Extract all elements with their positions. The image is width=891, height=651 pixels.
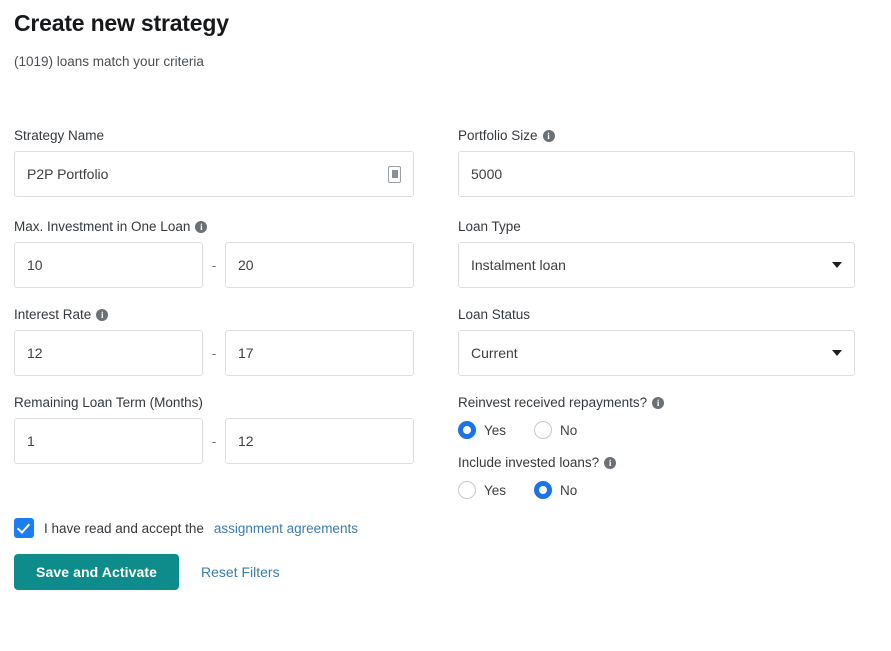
- interest-rate-min-input[interactable]: 12: [14, 330, 203, 376]
- interest-rate-label-text: Interest Rate: [14, 307, 92, 322]
- max-investment-min-input[interactable]: 10: [14, 242, 203, 288]
- max-investment-label-text: Max. Investment in One Loan: [14, 219, 191, 234]
- reinvest-yes-label: Yes: [484, 422, 507, 438]
- loan-type-label-text: Loan Type: [458, 219, 521, 234]
- accept-terms-text: I have read and accept the: [44, 520, 204, 536]
- max-investment-range: 10 - 20: [14, 242, 414, 288]
- info-icon[interactable]: i: [604, 457, 617, 469]
- create-strategy-page: Create new strategy (1019) loans match y…: [0, 0, 891, 651]
- portfolio-size-value: 5000: [471, 166, 503, 182]
- loan-status-label-text: Loan Status: [458, 307, 531, 322]
- save-and-activate-button[interactable]: Save and Activate: [14, 554, 180, 590]
- loan-type-value: Instalment loan: [471, 257, 566, 273]
- include-invested-no-label: No: [560, 482, 578, 498]
- range-separator: -: [211, 433, 217, 449]
- remaining-term-max-input[interactable]: 12: [225, 418, 414, 464]
- include-invested-radio-no[interactable]: No: [534, 481, 577, 499]
- loan-status-label: Loan Status: [458, 307, 855, 323]
- info-icon[interactable]: i: [542, 130, 555, 142]
- remaining-term-range: 1 - 12: [14, 418, 414, 464]
- loan-type-select[interactable]: Instalment loan: [458, 242, 855, 288]
- range-separator: -: [211, 257, 217, 273]
- strategy-name-value: P2P Portfolio: [27, 166, 109, 182]
- max-investment-min-value: 10: [27, 257, 43, 273]
- accept-terms-checkbox[interactable]: [14, 518, 34, 538]
- portfolio-size-input[interactable]: 5000: [458, 151, 855, 197]
- include-invested-label: Include invested loans? i: [458, 455, 855, 471]
- match-count-text: (1019) loans match your criteria: [14, 54, 204, 69]
- remaining-term-min-value: 1: [27, 433, 35, 449]
- right-column: Portfolio Size i 5000 Loan Type Instalme…: [458, 128, 855, 499]
- include-invested-radio-yes[interactable]: Yes: [458, 481, 506, 499]
- portfolio-size-label: Portfolio Size i: [458, 128, 855, 144]
- form-actions: Save and Activate Reset Filters: [14, 554, 280, 590]
- remaining-term-max-value: 12: [238, 433, 254, 449]
- interest-rate-min-value: 12: [27, 345, 43, 361]
- reinvest-radio-group: Yes No: [458, 421, 855, 439]
- include-invested-label-text: Include invested loans?: [458, 455, 600, 470]
- max-investment-max-value: 20: [238, 257, 254, 273]
- radio-selected-icon[interactable]: [534, 481, 553, 499]
- info-icon[interactable]: i: [195, 221, 208, 233]
- reset-filters-button[interactable]: Reset Filters: [201, 564, 280, 580]
- reinvest-radio-yes[interactable]: Yes: [458, 421, 506, 439]
- interest-rate-max-input[interactable]: 17: [225, 330, 414, 376]
- remaining-term-min-input[interactable]: 1: [14, 418, 203, 464]
- include-invested-radio-group: Yes No: [458, 481, 855, 499]
- page-title: Create new strategy: [14, 10, 229, 36]
- accept-terms-row[interactable]: I have read and accept the assignment ag…: [14, 518, 358, 538]
- radio-selected-icon[interactable]: [458, 421, 476, 439]
- id-card-icon[interactable]: [388, 165, 401, 183]
- loan-type-label: Loan Type: [458, 219, 855, 235]
- max-investment-label: Max. Investment in One Loan i: [14, 219, 414, 235]
- remaining-term-label-text: Remaining Loan Term (Months): [14, 395, 203, 410]
- reinvest-label-text: Reinvest received repayments?: [458, 395, 648, 410]
- strategy-name-label: Strategy Name: [14, 128, 414, 144]
- assignment-agreements-link[interactable]: assignment agreements: [214, 521, 358, 536]
- include-invested-yes-label: Yes: [484, 482, 507, 498]
- max-investment-max-input[interactable]: 20: [225, 242, 414, 288]
- interest-rate-max-value: 17: [238, 345, 254, 361]
- info-icon[interactable]: i: [652, 397, 665, 409]
- radio-unselected-icon[interactable]: [534, 421, 553, 439]
- portfolio-size-label-text: Portfolio Size: [458, 128, 538, 143]
- remaining-term-label: Remaining Loan Term (Months): [14, 395, 414, 411]
- interest-rate-range: 12 - 17: [14, 330, 414, 376]
- chevron-down-icon[interactable]: [832, 350, 842, 356]
- loan-status-select[interactable]: Current: [458, 330, 855, 376]
- loan-status-value: Current: [471, 345, 518, 361]
- interest-rate-label: Interest Rate i: [14, 307, 414, 323]
- range-separator: -: [211, 345, 217, 361]
- info-icon[interactable]: i: [96, 309, 109, 321]
- strategy-name-label-text: Strategy Name: [14, 128, 105, 143]
- reinvest-radio-no[interactable]: No: [534, 421, 577, 439]
- chevron-down-icon[interactable]: [832, 262, 842, 268]
- radio-unselected-icon[interactable]: [458, 481, 476, 499]
- strategy-name-input[interactable]: P2P Portfolio: [14, 151, 414, 197]
- reinvest-label: Reinvest received repayments? i: [458, 395, 855, 411]
- reinvest-no-label: No: [560, 422, 578, 438]
- left-column: Strategy Name P2P Portfolio Max. Investm…: [14, 128, 414, 464]
